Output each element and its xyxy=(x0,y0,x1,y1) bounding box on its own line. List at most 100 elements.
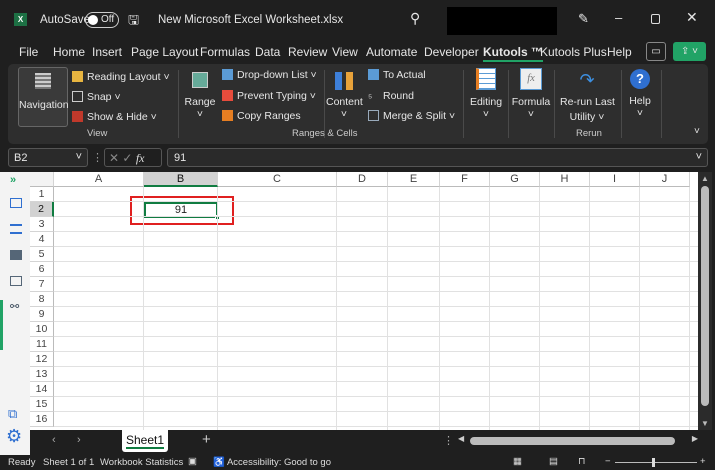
collapse-ribbon-icon[interactable]: ˅ xyxy=(694,126,700,137)
row-header-1[interactable]: 1 xyxy=(30,187,54,202)
enter-icon[interactable]: ✓ xyxy=(122,151,132,165)
column-header-g[interactable]: G xyxy=(490,172,540,187)
row-header-13[interactable]: 13 xyxy=(30,367,54,382)
row-header-4[interactable]: 4 xyxy=(30,232,54,247)
row-header-8[interactable]: 8 xyxy=(30,292,54,307)
minimize-button[interactable]: – xyxy=(615,10,622,25)
zoom-in-button[interactable]: + xyxy=(700,456,706,467)
insert-function-icon[interactable]: fx xyxy=(136,151,145,165)
navigation-button[interactable]: Navigation xyxy=(18,67,69,127)
dropdown-list-icon xyxy=(222,69,233,80)
menu-file[interactable]: File xyxy=(19,45,38,59)
save-icon[interactable]: 🖫 xyxy=(128,11,139,33)
menu-kutools[interactable]: Kutools ™ xyxy=(483,45,543,62)
prevent-typing-button[interactable]: Prevent Typing ˅ xyxy=(222,90,316,102)
help-button[interactable]: ? Help ˅ xyxy=(625,69,655,119)
prev-sheet-icon[interactable]: ‹ xyxy=(52,434,56,446)
show-hide-button[interactable]: Show & Hide ˅ xyxy=(72,111,157,123)
menu-review[interactable]: Review xyxy=(288,45,327,59)
row-header-14[interactable]: 14 xyxy=(30,382,54,397)
menu-data[interactable]: Data xyxy=(255,45,280,59)
menu-developer[interactable]: Developer xyxy=(424,45,479,59)
next-sheet-icon[interactable]: › xyxy=(77,434,81,446)
row-header-11[interactable]: 11 xyxy=(30,337,54,352)
reading-layout-button[interactable]: Reading Layout ˅ xyxy=(72,71,170,83)
column-header-f[interactable]: F xyxy=(440,172,490,187)
find-replace-icon[interactable]: ⚯ xyxy=(10,300,19,313)
merge-split-button[interactable]: Merge & Split ˅ xyxy=(368,110,455,122)
dropdown-list-button[interactable]: Drop-down List ˅ xyxy=(222,69,317,81)
page-layout-view-icon[interactable]: ▤ xyxy=(549,456,558,467)
range-button[interactable]: Range ˅ xyxy=(184,72,216,120)
snap-button[interactable]: Snap ˅ xyxy=(72,91,121,103)
row-header-6[interactable]: 6 xyxy=(30,262,54,277)
comments-button[interactable]: ▭ xyxy=(646,42,666,61)
horizontal-scrollbar[interactable]: ◀ ▶ xyxy=(458,434,698,446)
column-header-c[interactable]: C xyxy=(218,172,337,187)
formula-input[interactable]: 91 ˅ xyxy=(167,148,708,167)
zoom-slider[interactable] xyxy=(615,458,697,467)
expand-icon[interactable]: » xyxy=(10,174,16,186)
formula-bar: B2 ˅ ⋮ ✕ ✓ fx 91 ˅ xyxy=(0,146,715,170)
cancel-icon[interactable]: ✕ xyxy=(109,151,119,165)
autosave-toggle[interactable]: Off xyxy=(85,12,119,28)
sheet-tab-sheet1[interactable]: Sheet1 xyxy=(122,430,168,452)
menu-home[interactable]: Home xyxy=(53,45,85,59)
row-header-3[interactable]: 3 xyxy=(30,217,54,232)
row-header-16[interactable]: 16 xyxy=(30,412,54,427)
row-header-10[interactable]: 10 xyxy=(30,322,54,337)
range-icon xyxy=(192,72,208,88)
workbook-icon[interactable] xyxy=(10,198,22,208)
row-header-2[interactable]: 2 xyxy=(30,202,54,217)
row-header-12[interactable]: 12 xyxy=(30,352,54,367)
workbook-statistics[interactable]: Workbook Statistics xyxy=(100,457,183,468)
column-header-h[interactable]: H xyxy=(540,172,590,187)
column-header-e[interactable]: E xyxy=(388,172,440,187)
worksheet-grid[interactable]: A B C D E F G H I J 1 2 3 4 5 6 7 8 9 10 11 12 13 14 15 16 91 xyxy=(30,172,698,430)
vertical-scrollbar[interactable]: ▲ ▼ xyxy=(698,172,712,430)
rerun-last-utility-button[interactable]: ↷ Re-run Last Utility ˅ xyxy=(560,70,615,123)
menu-page-layout[interactable]: Page Layout xyxy=(131,45,198,59)
menu-automate[interactable]: Automate xyxy=(366,45,417,59)
normal-view-icon[interactable]: ▦ xyxy=(513,456,522,467)
column-header-j[interactable]: J xyxy=(640,172,690,187)
file-name[interactable]: New Microsoft Excel Worksheet.xlsx xyxy=(158,14,343,26)
accessibility-status[interactable]: ♿ Accessibility: Good to go xyxy=(213,457,331,468)
column-header-d[interactable]: D xyxy=(337,172,388,187)
search-icon[interactable]: ⚲ xyxy=(410,10,420,27)
macro-icon[interactable]: ▣ xyxy=(188,456,197,467)
menu-kutools-plus[interactable]: Kutools Plus xyxy=(540,45,607,59)
editing-button[interactable]: Editing ˅ xyxy=(467,68,505,120)
page-break-view-icon[interactable]: ⊓ xyxy=(578,456,585,467)
to-actual-button[interactable]: To Actual xyxy=(368,69,426,81)
menu-help[interactable]: Help xyxy=(607,45,632,59)
name-box[interactable]: B2 ˅ xyxy=(8,148,88,167)
copy-ranges-button[interactable]: Copy Ranges xyxy=(222,110,301,122)
popout-icon[interactable]: ⧉ xyxy=(8,406,17,422)
row-header-15[interactable]: 15 xyxy=(30,397,54,412)
share-button[interactable]: ⇪ ˅ xyxy=(673,42,706,61)
pen-icon[interactable]: ✎ xyxy=(578,11,589,27)
column-header-i[interactable]: I xyxy=(590,172,640,187)
menu-formulas[interactable]: Formulas xyxy=(200,45,250,59)
round-button[interactable]: ⁵ Round xyxy=(368,90,414,104)
select-all[interactable] xyxy=(30,172,54,187)
maximize-button[interactable] xyxy=(651,14,660,24)
settings-gear-icon[interactable]: ⚙ xyxy=(6,426,22,447)
add-sheet-button[interactable]: + xyxy=(202,431,211,448)
row-header-7[interactable]: 7 xyxy=(30,277,54,292)
formula-button[interactable]: fx Formula ˅ xyxy=(511,68,551,120)
menu-view[interactable]: View xyxy=(332,45,358,59)
row-header-5[interactable]: 5 xyxy=(30,247,54,262)
list-icon[interactable] xyxy=(10,224,22,234)
zoom-out-button[interactable]: − xyxy=(605,456,611,467)
row-header-9[interactable]: 9 xyxy=(30,307,54,322)
menu-insert[interactable]: Insert xyxy=(92,45,122,59)
name-manager-icon[interactable] xyxy=(10,276,22,286)
close-button[interactable]: ✕ xyxy=(686,9,698,26)
column-header-a[interactable]: A xyxy=(54,172,144,187)
content-button[interactable]: Content ˅ xyxy=(326,72,363,120)
content-icon xyxy=(335,72,353,90)
column-header-b[interactable]: B xyxy=(144,172,218,187)
autotext-icon[interactable] xyxy=(10,250,22,260)
